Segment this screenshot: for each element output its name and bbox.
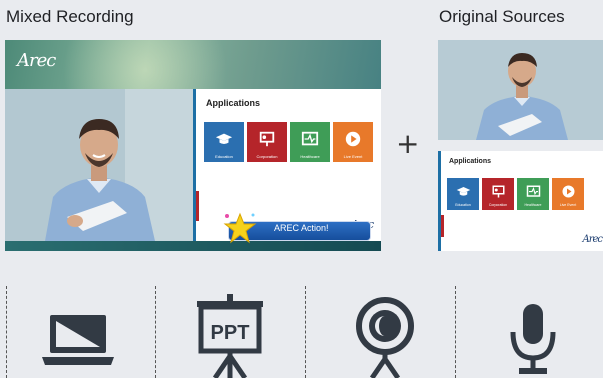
plus-sign: + [396,127,420,160]
tile-live-event: Live Event [333,122,373,162]
arec-action-text: AREC Action! [274,223,329,233]
tile-label: Healthcare [524,203,542,207]
presentation-board-icon [492,185,504,197]
tile-label: Corporation [256,154,278,159]
graduation-cap-icon [456,186,470,196]
heartbeat-monitor-icon [301,131,319,146]
tile-label: Corporation [488,203,508,207]
bottom-band [5,241,381,251]
tile-healthcare: Healthcare [517,178,549,210]
microphone-icon [510,304,556,374]
graduation-cap-icon [215,133,233,144]
original-camera-source [438,40,603,140]
ppt-text: PPT [211,322,250,344]
laptop-icon [42,315,114,365]
mixed-slide-view: Applications Education Corporation Healt… [193,89,381,241]
dashed-separator [455,286,456,378]
heartbeat-monitor-icon [526,185,540,197]
application-tiles: Education Corporation Healthcare Live Ev… [447,178,584,210]
application-tiles: Education Corporation Healthcare Live Ev… [204,122,373,162]
dashed-separator [6,286,7,378]
webcam-icon [356,297,414,378]
tile-label: Live Event [343,154,363,159]
play-circle-icon [345,131,361,147]
tile-label: Healthcare [300,154,320,159]
tile-corporation: Corporation [247,122,287,162]
mixed-recording-frame: Arec Applications Education Corporation … [5,40,381,251]
tile-label: Live Event [559,203,577,207]
original-slide-source: Applications Education Corporation Healt… [438,151,603,251]
presentation-board-icon [259,131,275,147]
tile-healthcare: Healthcare [290,122,330,162]
slide-accent-bar [196,191,199,221]
presenter-image [438,40,603,140]
slide-accent-bar [441,215,444,237]
mixed-brand-logo: Arec [17,50,56,71]
original-sources-label: Original Sources [439,7,565,26]
tile-label: Education [455,203,471,207]
tile-education: Education [447,178,479,210]
tile-education: Education [204,122,244,162]
mixed-recording-label: Mixed Recording [6,7,134,26]
slide-brand-logo: Arec [582,234,603,245]
tile-label: Education [215,154,233,159]
mixed-camera-view [5,89,193,241]
dashed-separator [305,286,306,378]
slide-title: Applications [449,158,492,165]
dashed-separator [155,286,156,378]
play-circle-icon [562,185,574,197]
tile-live-event: Live Event [552,178,584,210]
slide-title: Applications [206,98,261,108]
star-icon [223,212,257,244]
projector-screen-icon: PPT [197,294,263,378]
tile-corporation: Corporation [482,178,514,210]
presenter-image [5,89,193,241]
